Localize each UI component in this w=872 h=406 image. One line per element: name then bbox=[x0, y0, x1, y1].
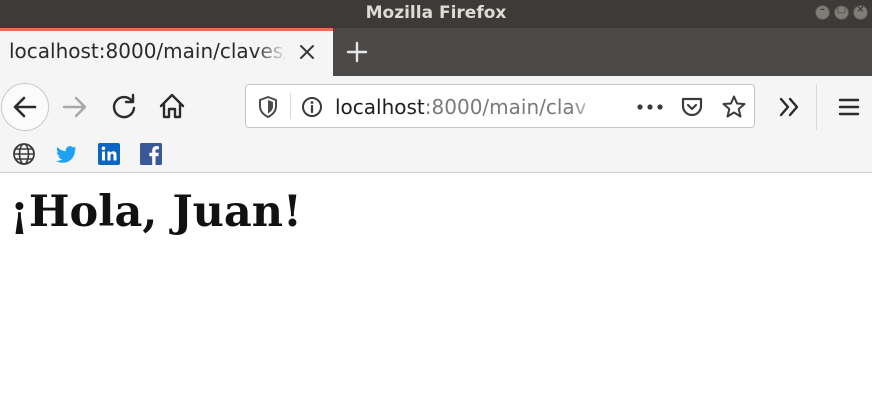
globe-icon[interactable] bbox=[12, 142, 36, 166]
close-icon: × bbox=[856, 4, 865, 15]
back-button[interactable] bbox=[1, 83, 49, 131]
minimize-button[interactable]: – bbox=[815, 4, 830, 20]
maximize-icon: □ bbox=[836, 4, 847, 15]
twitter-icon[interactable] bbox=[54, 142, 78, 166]
close-window-button[interactable]: × bbox=[853, 4, 868, 20]
chevrons-right-icon[interactable] bbox=[775, 92, 805, 122]
pocket-icon[interactable] bbox=[680, 95, 704, 119]
hamburger-menu-icon[interactable] bbox=[834, 92, 864, 122]
maximize-button[interactable]: □ bbox=[834, 4, 849, 20]
tab-active-indicator bbox=[0, 28, 333, 31]
reload-button[interactable] bbox=[109, 92, 139, 122]
minimize-icon: – bbox=[820, 4, 825, 15]
home-button[interactable] bbox=[157, 91, 187, 121]
window-titlebar: Mozilla Firefox – □ × bbox=[0, 0, 872, 28]
forward-button[interactable] bbox=[60, 92, 90, 122]
star-icon[interactable] bbox=[721, 94, 747, 120]
new-tab-button[interactable] bbox=[345, 40, 369, 64]
window-title: Mozilla Firefox bbox=[365, 3, 507, 23]
tab-title: localhost:8000/main/claves/ bbox=[9, 39, 285, 63]
navigation-toolbar: localhost:8000/main/claves/ bbox=[0, 76, 872, 138]
page-heading: ¡Hola, Juan! bbox=[10, 187, 302, 237]
tab-strip: localhost:8000/main/claves/ bbox=[0, 28, 872, 76]
facebook-icon[interactable] bbox=[139, 142, 163, 166]
url-bar[interactable]: localhost:8000/main/claves/ bbox=[245, 84, 755, 128]
info-icon[interactable] bbox=[301, 96, 323, 118]
url-host: localhost bbox=[335, 95, 425, 119]
more-dots-icon[interactable] bbox=[636, 103, 664, 111]
bookmarks-toolbar bbox=[0, 138, 872, 173]
url-text[interactable]: localhost:8000/main/claves/ bbox=[335, 95, 585, 119]
close-icon[interactable] bbox=[297, 42, 317, 62]
arrow-left-icon bbox=[13, 96, 37, 118]
tab-active[interactable]: localhost:8000/main/claves/ bbox=[0, 28, 333, 76]
shield-icon[interactable] bbox=[257, 95, 279, 119]
page-content: ¡Hola, Juan! bbox=[0, 173, 872, 406]
linkedin-icon[interactable] bbox=[97, 142, 121, 166]
url-path: :8000/main/claves/ bbox=[424, 95, 585, 119]
